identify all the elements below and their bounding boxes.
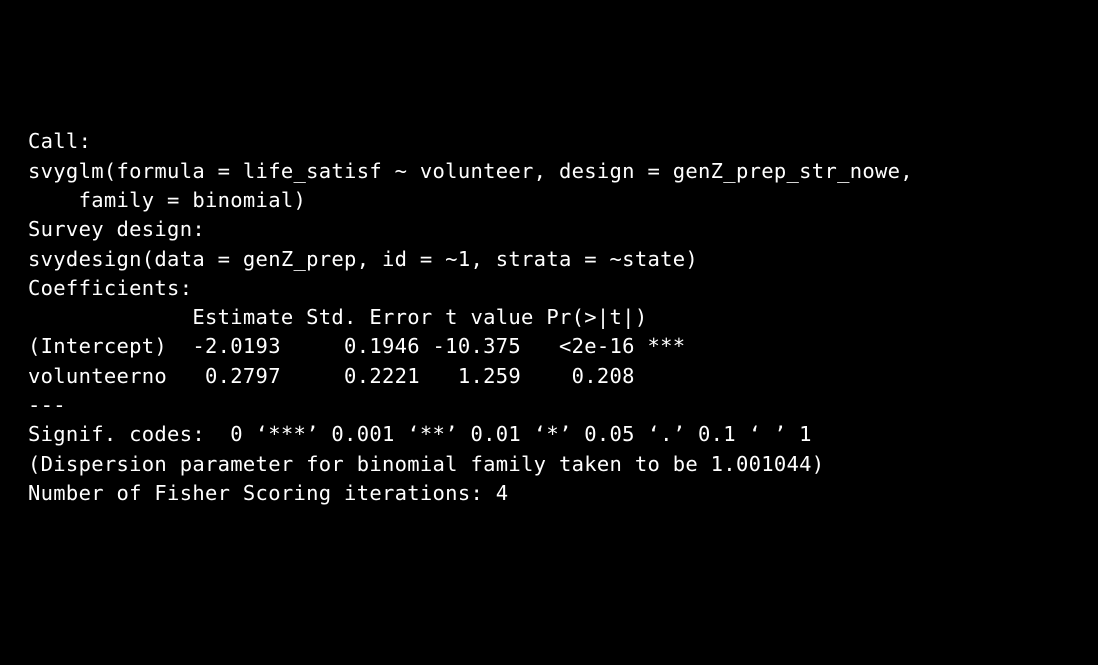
table-row: (Intercept) -2.0193 0.1946 -10.375 <2e-1… xyxy=(28,332,1070,361)
signif-codes: Signif. codes: 0 ‘***’ 0.001 ‘**’ 0.01 ‘… xyxy=(28,420,1070,449)
coefficients-header: Coefficients: xyxy=(28,274,1070,303)
call-formula-line2: family = binomial) xyxy=(28,186,1070,215)
survey-design-header: Survey design: xyxy=(28,215,1070,244)
table-row: volunteerno 0.2797 0.2221 1.259 0.208 xyxy=(28,362,1070,391)
dispersion-line: (Dispersion parameter for binomial famil… xyxy=(28,450,1070,479)
separator: --- xyxy=(28,391,1070,420)
fisher-iterations: Number of Fisher Scoring iterations: 4 xyxy=(28,479,1070,508)
call-header: Call: xyxy=(28,127,1070,156)
coefficients-column-header: Estimate Std. Error t value Pr(>|t|) xyxy=(28,303,1070,332)
survey-design-line: svydesign(data = genZ_prep, id = ~1, str… xyxy=(28,245,1070,274)
call-formula-line1: svyglm(formula = life_satisf ~ volunteer… xyxy=(28,157,1070,186)
